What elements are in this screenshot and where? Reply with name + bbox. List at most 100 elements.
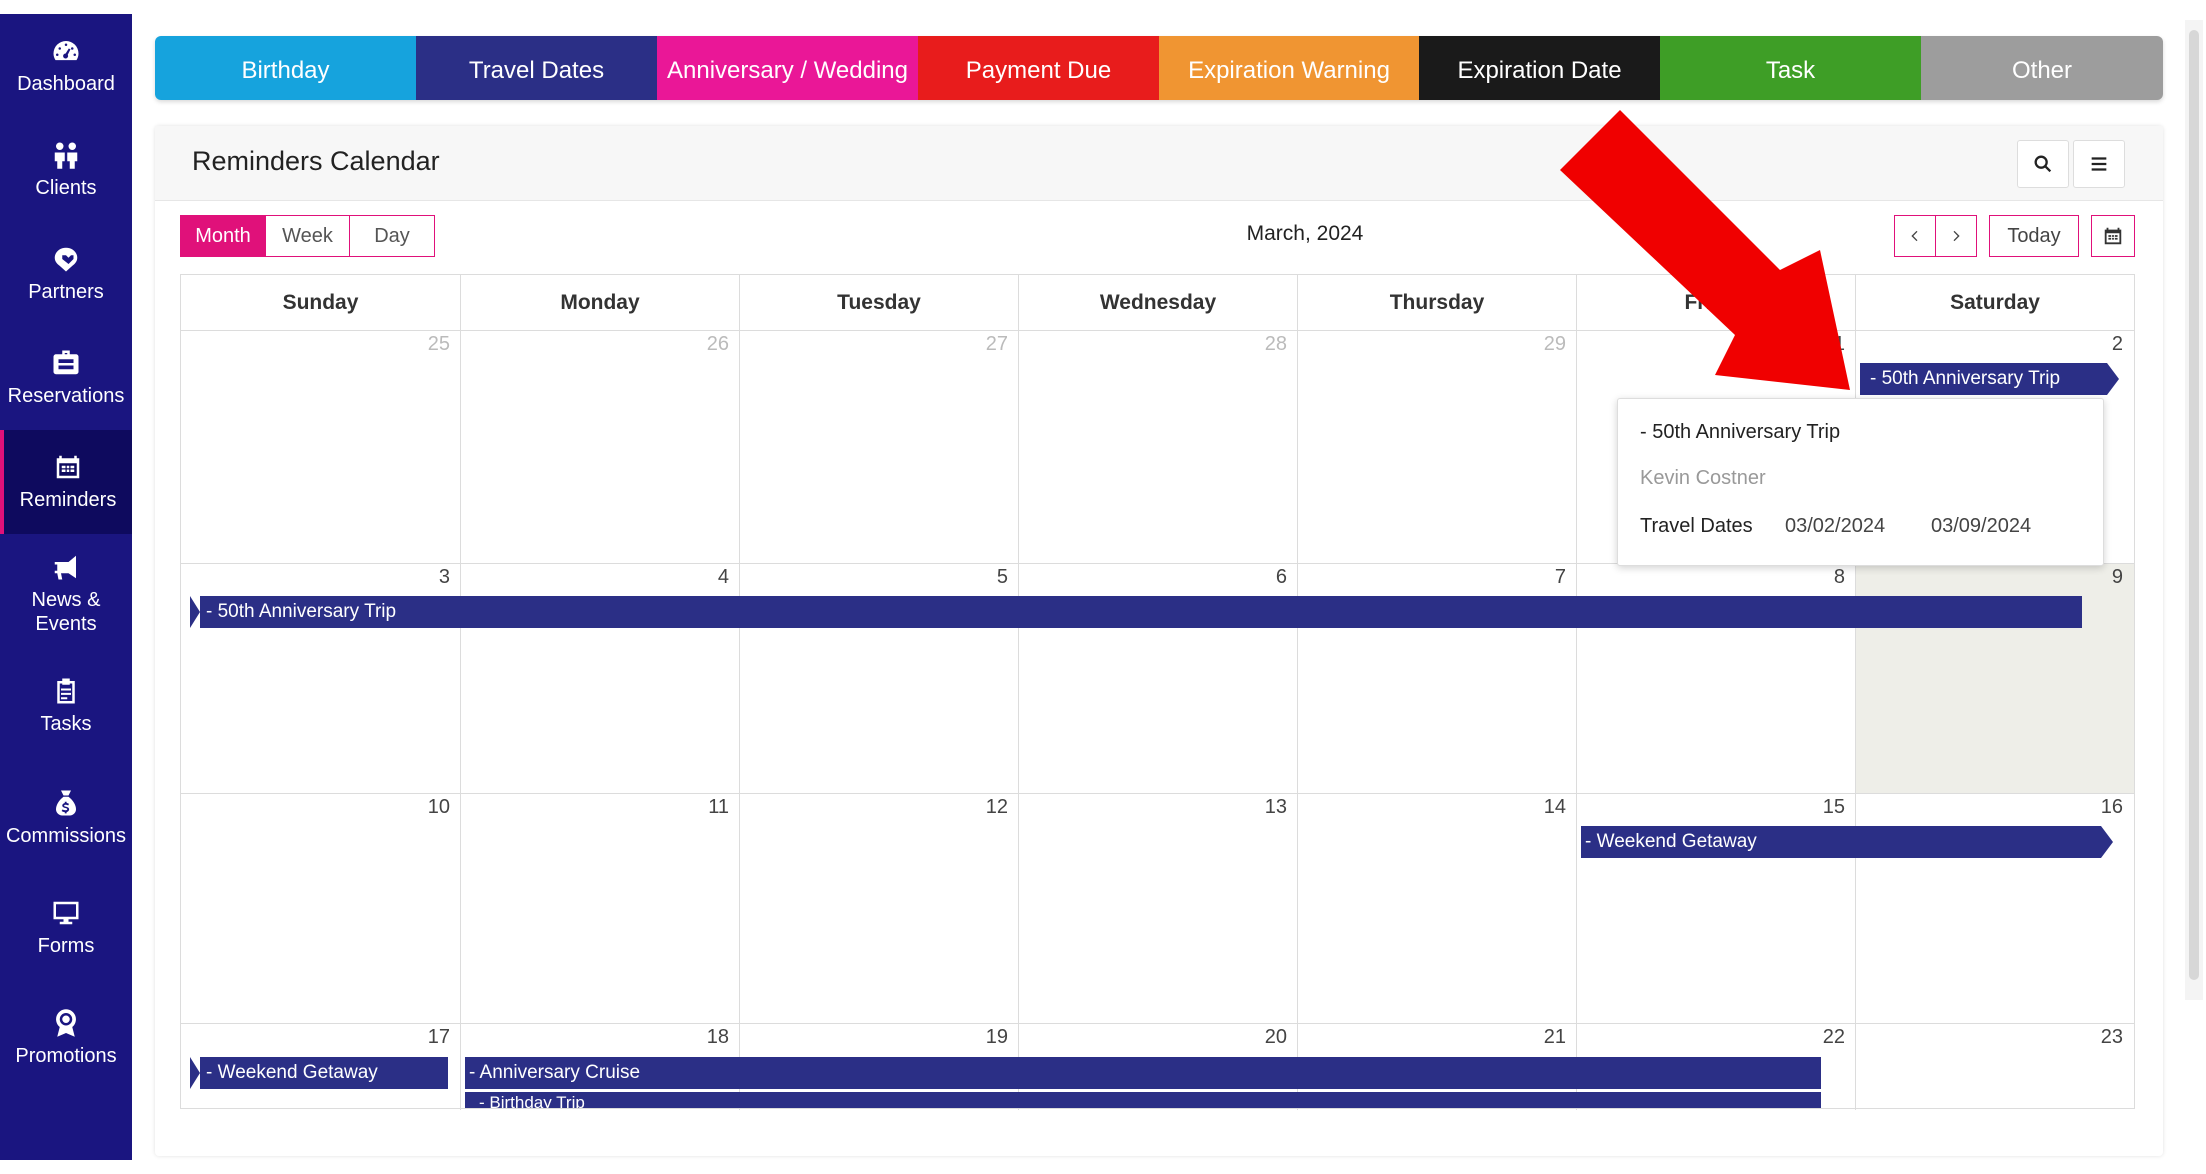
sidebar-item-label: Promotions <box>15 1045 117 1067</box>
monitor-icon <box>51 898 81 928</box>
day-number[interactable]: 21 <box>1506 1026 1566 1049</box>
view-month-button[interactable]: Month <box>180 215 266 257</box>
day-number[interactable]: 9 <box>2063 566 2123 589</box>
sidebar-item-label: Commissions <box>5 825 127 847</box>
sidebar-item-news-events[interactable]: News & Events <box>0 534 132 654</box>
page-title: Reminders Calendar <box>192 146 440 176</box>
sidebar-item-partners[interactable]: Partners <box>0 222 132 326</box>
day-number[interactable]: 13 <box>1227 796 1287 819</box>
menu-button[interactable] <box>2073 140 2125 188</box>
category-expiration-warning[interactable]: Expiration Warning <box>1159 36 1419 100</box>
day-number[interactable]: 28 <box>1227 333 1287 356</box>
sidebar-item-forms[interactable]: Forms <box>0 876 132 980</box>
panel-header: Reminders Calendar <box>155 126 2163 201</box>
day-number[interactable]: 16 <box>2063 796 2123 819</box>
category-legend-bar: Birthday Travel Dates Anniversary / Wedd… <box>155 36 2163 100</box>
day-number[interactable]: 10 <box>390 796 450 819</box>
prev-month-button[interactable] <box>1894 215 1936 257</box>
sidebar-item-commissions[interactable]: Commissions <box>0 766 132 870</box>
calendar-event[interactable]: - Birthday Trip <box>465 1092 1821 1108</box>
grid-line <box>739 275 740 1110</box>
sidebar-item-label: Tasks <box>40 713 92 735</box>
month-title: March, 2024 <box>1246 222 1364 245</box>
day-number[interactable]: 8 <box>1785 566 1845 589</box>
grid-line <box>460 275 461 1110</box>
weekday-header: Saturday <box>1950 290 2040 314</box>
day-number[interactable]: 5 <box>948 566 1008 589</box>
day-number[interactable]: 4 <box>669 566 729 589</box>
grid-line <box>1297 275 1298 1110</box>
day-number[interactable]: 14 <box>1506 796 1566 819</box>
day-number[interactable]: 3 <box>390 566 450 589</box>
menu-icon <box>2091 157 2107 171</box>
weekday-header: Wednesday <box>1019 275 1298 330</box>
day-number[interactable]: 12 <box>948 796 1008 819</box>
popover-start-date: 03/02/2024 <box>1785 515 1886 537</box>
popover-category: Travel Dates <box>1640 515 1753 537</box>
calendar-event[interactable]: - 50th Anniversary Trip <box>1860 363 2119 395</box>
day-number[interactable]: 6 <box>1227 566 1287 589</box>
sidebar-item-label: Reminders <box>19 489 117 511</box>
date-picker-button[interactable] <box>2091 215 2135 257</box>
page-scrollbar[interactable] <box>2185 20 2203 1000</box>
sidebar-item-dashboard[interactable]: Dashboard <box>0 14 132 118</box>
category-other[interactable]: Other <box>1921 36 2163 100</box>
weekday-header: Sunday <box>181 275 461 330</box>
day-number[interactable]: 23 <box>2063 1026 2123 1049</box>
grid-line <box>181 1023 2134 1024</box>
view-day-button[interactable]: Day <box>350 215 435 257</box>
clipboard-icon <box>51 676 81 706</box>
day-number[interactable]: 26 <box>669 333 729 356</box>
sidebar-item-label: Reservations <box>7 385 125 407</box>
today-button[interactable]: Today <box>1989 215 2079 257</box>
day-number[interactable]: 25 <box>390 333 450 356</box>
day-number[interactable]: 19 <box>948 1026 1008 1049</box>
scrollbar-thumb[interactable] <box>2189 30 2199 980</box>
award-icon <box>51 1008 81 1038</box>
sidebar-item-reservations[interactable]: Reservations <box>0 326 132 430</box>
grid-line <box>181 793 2134 794</box>
annotation-arrow-icon <box>1560 110 1850 390</box>
day-number[interactable]: 2 <box>2063 333 2123 356</box>
day-number[interactable]: 18 <box>669 1026 729 1049</box>
day-number[interactable]: 27 <box>948 333 1008 356</box>
calendar-event[interactable]: - Anniversary Cruise <box>465 1057 1821 1089</box>
category-task[interactable]: Task <box>1660 36 1921 100</box>
grid-line <box>1576 275 1577 1110</box>
sidebar: Dashboard Clients Partners Reservations … <box>0 14 132 1160</box>
sidebar-item-label: Dashboard <box>17 73 115 95</box>
calendar-icon <box>2104 227 2122 245</box>
day-number[interactable]: 20 <box>1227 1026 1287 1049</box>
sidebar-item-tasks[interactable]: Tasks <box>0 654 132 758</box>
day-number[interactable]: 22 <box>1785 1026 1845 1049</box>
search-button[interactable] <box>2017 140 2069 188</box>
handshake-icon <box>51 244 81 274</box>
category-anniversary-wedding[interactable]: Anniversary / Wedding <box>657 36 918 100</box>
popover-client[interactable]: Kevin Costner <box>1640 467 1766 490</box>
sidebar-item-label: Clients <box>35 177 97 199</box>
day-number[interactable]: 11 <box>669 796 729 819</box>
day-number[interactable]: 29 <box>1506 333 1566 356</box>
category-payment-due[interactable]: Payment Due <box>918 36 1159 100</box>
category-birthday[interactable]: Birthday <box>155 36 416 100</box>
grid-line <box>1018 275 1019 1110</box>
popover-title: - 50th Anniversary Trip <box>1640 421 1841 443</box>
category-travel-dates[interactable]: Travel Dates <box>416 36 657 100</box>
chevron-right-icon <box>1953 230 1960 242</box>
sidebar-item-reminders[interactable]: Reminders <box>0 430 132 534</box>
day-number[interactable]: 17 <box>390 1026 450 1049</box>
users-icon <box>51 140 81 170</box>
day-number[interactable]: 7 <box>1506 566 1566 589</box>
category-expiration-date[interactable]: Expiration Date <box>1419 36 1660 100</box>
view-week-button[interactable]: Week <box>266 215 350 257</box>
sidebar-item-clients[interactable]: Clients <box>0 118 132 222</box>
day-number[interactable]: 15 <box>1785 796 1845 819</box>
popover-end-date: 03/09/2024 <box>1931 515 2032 537</box>
next-month-button[interactable] <box>1935 215 1977 257</box>
calendar-event[interactable]: - 50th Anniversary Trip <box>190 596 2082 628</box>
sidebar-item-label: News & Events <box>31 589 101 635</box>
suitcase-icon <box>51 348 81 378</box>
calendar-event[interactable]: - Weekend Getaway <box>1581 826 2113 858</box>
calendar-event[interactable]: - Weekend Getaway <box>190 1057 448 1089</box>
sidebar-item-promotions[interactable]: Promotions <box>0 986 132 1090</box>
